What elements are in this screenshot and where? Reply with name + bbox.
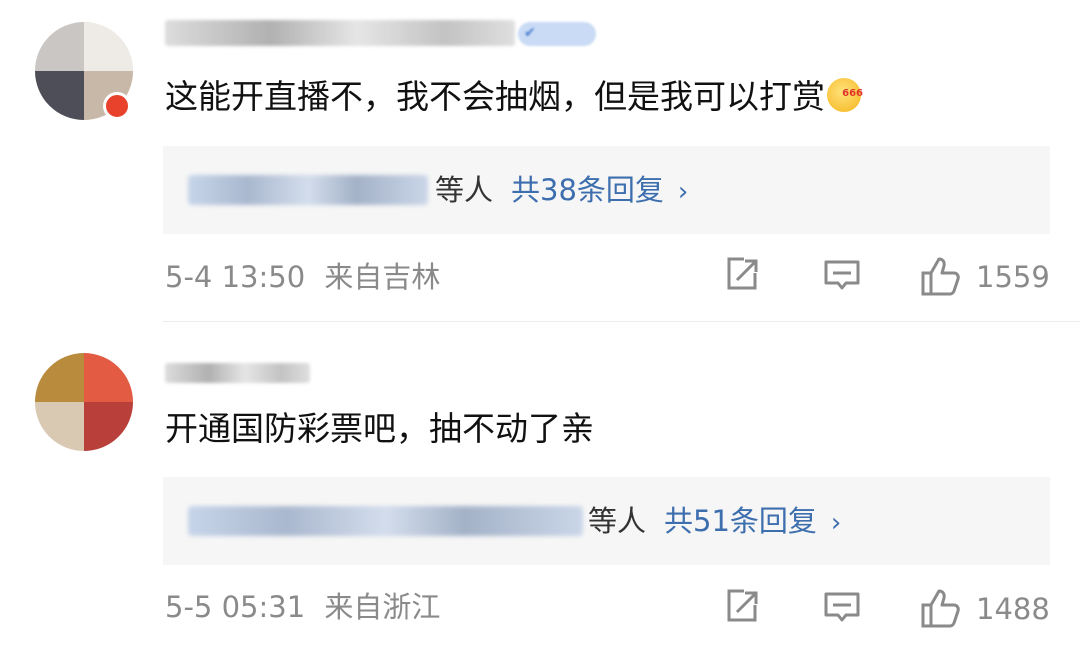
comment-text: 这能开直播不，我不会抽烟，但是我可以打赏 — [165, 72, 863, 119]
avatar-badge-icon — [103, 92, 131, 120]
comment-icon[interactable] — [822, 254, 862, 294]
comment-location: 来自浙江 — [324, 590, 441, 624]
share-icon[interactable] — [722, 586, 762, 626]
like-icon[interactable] — [918, 586, 964, 630]
username-redacted[interactable] — [165, 363, 310, 383]
comment-text-body: 这能开直播不，我不会抽烟，但是我可以打赏 — [165, 77, 825, 116]
like-count: 1488 — [976, 592, 1050, 626]
reply-preview[interactable]: 等人 共38条回复 › — [163, 146, 1050, 234]
username-redacted[interactable] — [165, 20, 515, 46]
reply-suffix: 等人 — [588, 504, 647, 538]
reply-suffix: 等人 — [435, 173, 494, 207]
comment-time: 5-5 05:31 — [165, 590, 306, 624]
avatar[interactable] — [35, 353, 133, 451]
like-count: 1559 — [976, 260, 1050, 294]
replier-names-redacted — [188, 506, 583, 536]
comment-time: 5-4 13:50 — [165, 260, 306, 294]
comment-location: 来自吉林 — [324, 260, 441, 294]
reply-count-link[interactable]: 共51条回复 — [664, 504, 817, 538]
reply-preview[interactable]: 等人 共51条回复 › — [163, 477, 1050, 565]
replier-names-redacted — [188, 175, 428, 205]
comment-icon[interactable] — [822, 586, 862, 626]
like-icon[interactable] — [918, 254, 964, 298]
fan-badge: ✔ — [518, 22, 596, 46]
divider — [163, 321, 1080, 322]
chevron-right-icon: › — [830, 508, 842, 538]
share-icon[interactable] — [722, 254, 762, 294]
chevron-right-icon: › — [677, 177, 689, 207]
heart-check-icon: ✔ — [524, 25, 536, 41]
comment-meta: 5-5 05:31 来自浙江 — [165, 587, 440, 627]
comment-text: 开通国防彩票吧，抽不动了亲 — [165, 409, 594, 448]
grin-666-emoji-icon — [827, 72, 863, 116]
reply-count-link[interactable]: 共38条回复 — [511, 173, 664, 207]
comment-item: 开通国防彩票吧，抽不动了亲 等人 共51条回复 › 5-5 05:31 来自浙江 1… — [0, 323, 1080, 655]
comment-meta: 5-4 13:50 来自吉林 — [165, 257, 440, 297]
comment-item: ✔ 这能开直播不，我不会抽烟，但是我可以打赏 等人共38条回复 › 5-4 13:… — [0, 0, 1080, 322]
